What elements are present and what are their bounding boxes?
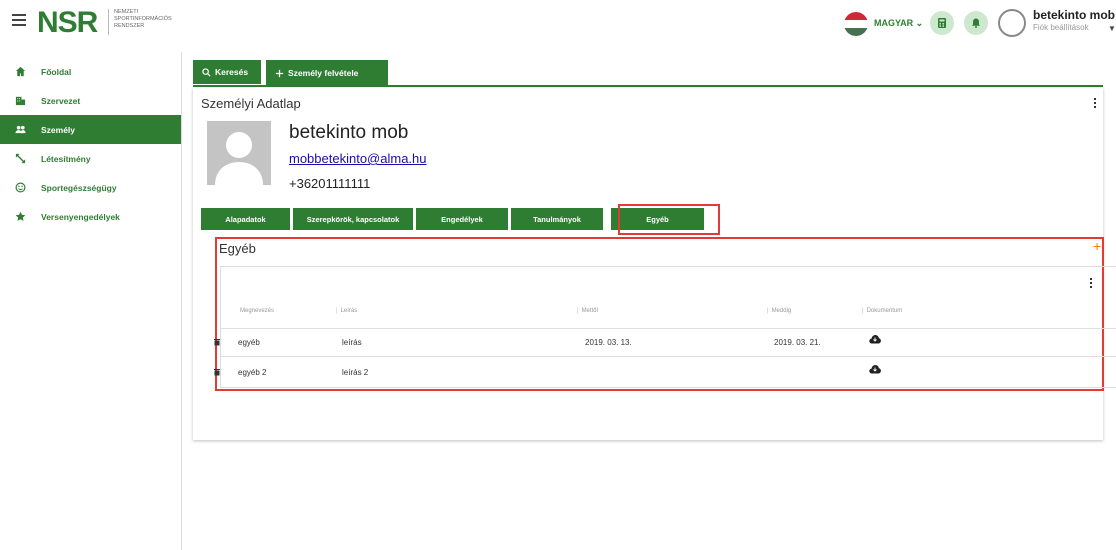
cloud-download-icon[interactable] bbox=[869, 364, 881, 374]
column-header-description[interactable]: | Leírás bbox=[336, 308, 357, 314]
home-icon bbox=[13, 65, 27, 79]
calculator-button[interactable] bbox=[930, 11, 954, 35]
add-plus-icon[interactable]: + bbox=[1093, 238, 1101, 254]
section-title: Egyéb bbox=[219, 241, 256, 256]
sidebar-item-person[interactable]: Személy bbox=[0, 115, 181, 144]
sidebar-item-facility[interactable]: Létesítmény bbox=[0, 144, 181, 173]
column-header-from[interactable]: | Mettől bbox=[577, 308, 598, 314]
column-header-name[interactable]: Megnevezés bbox=[240, 308, 274, 314]
tab-studies[interactable]: Tanulmányok bbox=[511, 208, 603, 230]
sidebar: Főoldal Szervezet Személy Létesítmény Sp… bbox=[0, 52, 182, 550]
sidebar-item-label: Sportegészségügy bbox=[41, 182, 117, 193]
calculator-icon bbox=[938, 18, 946, 28]
logo-subtitle-line-3: Rendszer bbox=[114, 23, 145, 29]
cell-to: 2019. 03. 21. bbox=[774, 338, 821, 347]
tab-add-person-label: Személy felvétele bbox=[288, 68, 359, 78]
building-icon bbox=[13, 94, 27, 108]
sidebar-item-organization[interactable]: Szervezet bbox=[0, 86, 181, 115]
cell-description: leírás 2 bbox=[342, 368, 369, 377]
user-name[interactable]: betekinto mob bbox=[1033, 8, 1115, 22]
tab-licenses[interactable]: Engedélyek bbox=[416, 208, 508, 230]
language-selector[interactable]: MAGYAR ⌄ bbox=[874, 18, 923, 29]
trash-icon[interactable] bbox=[213, 338, 221, 346]
sidebar-item-label: Személy bbox=[41, 124, 76, 135]
chevron-down-icon[interactable]: ▼ bbox=[1108, 24, 1116, 33]
column-header-document[interactable]: | Dokumentum bbox=[862, 308, 902, 314]
sidebar-item-label: Főoldal bbox=[41, 66, 72, 77]
plus-icon bbox=[275, 69, 284, 77]
tab-basic-data[interactable]: Alapadatok bbox=[201, 208, 290, 230]
logo-divider bbox=[108, 9, 109, 35]
person-email-link[interactable]: mobbetekinto@alma.hu bbox=[289, 151, 427, 166]
highlight-box-tab bbox=[618, 204, 720, 235]
main-content: Keresés Személy felvétele Személyi Adatl… bbox=[183, 52, 1116, 550]
tab-search[interactable]: Keresés bbox=[193, 60, 261, 84]
person-card: Személyi Adatlap betekinto mob mobbeteki… bbox=[193, 88, 1116, 440]
tab-underline bbox=[193, 85, 1103, 87]
sidebar-item-label: Szervezet bbox=[41, 95, 81, 106]
cell-from: 2019. 03. 13. bbox=[585, 338, 632, 347]
logo-subtitle-line-1: Nemzeti bbox=[114, 9, 139, 15]
sidebar-item-sports-health[interactable]: Sportegészségügy bbox=[0, 173, 181, 202]
logo-subtitle: Nemzeti Sportinformációs Rendszer bbox=[114, 9, 172, 30]
table-more-options-icon[interactable] bbox=[1090, 278, 1093, 290]
app-logo[interactable]: NSR bbox=[37, 8, 98, 38]
account-settings-link[interactable]: Fiók beállítások bbox=[1033, 23, 1089, 32]
sidebar-item-label: Létesítmény bbox=[41, 153, 91, 164]
smile-icon bbox=[13, 181, 27, 195]
people-icon bbox=[13, 123, 27, 137]
tab-search-label: Keresés bbox=[215, 67, 249, 77]
sidebar-item-label: Versenyengedélyek bbox=[41, 211, 120, 222]
cell-name: egyéb 2 bbox=[238, 368, 267, 377]
person-name: betekinto mob bbox=[289, 122, 409, 143]
search-icon bbox=[202, 67, 211, 77]
person-avatar bbox=[207, 121, 271, 185]
notifications-button[interactable] bbox=[964, 11, 988, 35]
row-divider bbox=[221, 356, 1116, 357]
person-phone: +36201111111 bbox=[289, 176, 371, 191]
arrows-icon bbox=[13, 152, 27, 166]
hungarian-flag-icon[interactable] bbox=[844, 12, 868, 36]
sidebar-item-competition-licenses[interactable]: Versenyengedélyek bbox=[0, 202, 181, 231]
row-divider bbox=[221, 328, 1116, 329]
sidebar-item-home[interactable]: Főoldal bbox=[0, 57, 181, 86]
cloud-download-icon[interactable] bbox=[869, 334, 881, 344]
app-header: NSR Nemzeti Sportinformációs Rendszer MA… bbox=[0, 0, 1116, 52]
column-header-to[interactable]: | Meddig bbox=[767, 308, 791, 314]
user-avatar[interactable] bbox=[998, 9, 1026, 37]
card-title: Személyi Adatlap bbox=[201, 96, 301, 111]
menu-icon[interactable] bbox=[12, 14, 26, 26]
more-options-icon[interactable] bbox=[1094, 98, 1097, 110]
person-silhouette-icon bbox=[207, 121, 271, 185]
cell-name: egyéb bbox=[238, 338, 260, 347]
trash-icon[interactable] bbox=[213, 368, 221, 376]
logo-subtitle-line-2: Sportinformációs bbox=[114, 16, 172, 22]
cell-description: leírás bbox=[342, 338, 362, 347]
tab-add-person[interactable]: Személy felvétele bbox=[266, 60, 388, 86]
bell-icon bbox=[972, 18, 980, 28]
star-icon bbox=[13, 210, 27, 224]
tab-roles-relations[interactable]: Szerepkörök, kapcsolatok bbox=[293, 208, 413, 230]
